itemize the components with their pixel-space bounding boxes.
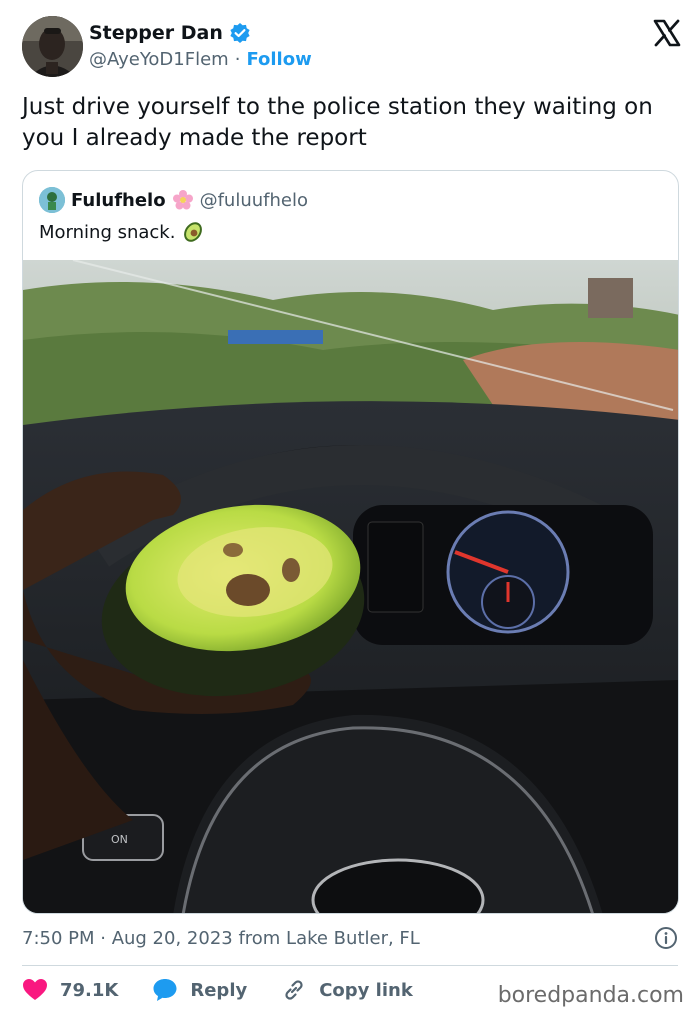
author-name-row: Stepper Dan (89, 22, 251, 44)
copy-link-button[interactable]: Copy link (281, 977, 413, 1003)
flower-emoji-icon (172, 190, 193, 210)
avocado-emoji-icon (184, 222, 203, 242)
author-avatar[interactable] (22, 16, 83, 77)
quoted-tweet-card[interactable]: Fulufhelo @fuluufhelo Morning snack. ON (22, 170, 679, 914)
quoted-tweet-text: Morning snack. (39, 221, 176, 243)
author-handle[interactable]: @AyeYoD1Flem (89, 49, 229, 70)
divider (22, 965, 678, 966)
reply-bubble-icon (153, 979, 177, 1001)
copy-link-label: Copy link (319, 979, 413, 1001)
like-button[interactable]: 79.1K (22, 978, 118, 1002)
author-name[interactable]: Stepper Dan (89, 22, 223, 44)
link-icon (285, 980, 303, 1000)
quoted-tweet-text-row: Morning snack. (39, 220, 205, 244)
follow-button[interactable]: Follow (246, 49, 311, 70)
quoted-tweet-photo[interactable]: ON (23, 260, 678, 913)
watermark: boredpanda.com (497, 983, 684, 1008)
separator-dot: · (234, 49, 241, 70)
tweet-text: Just drive yourself to the police statio… (22, 94, 653, 151)
tweet-meta-row: 7:50 PM · Aug 20, 2023 from Lake Butler,… (22, 926, 678, 952)
quoted-author-handle[interactable]: @fuluufhelo (200, 190, 308, 211)
info-icon[interactable] (654, 926, 678, 950)
quoted-author-name[interactable]: Fulufhelo (71, 190, 166, 211)
verified-badge-icon (230, 23, 250, 43)
x-logo-icon[interactable] (652, 18, 682, 48)
quoted-tweet-header: Fulufhelo @fuluufhelo (39, 187, 308, 213)
timestamp-location[interactable]: 7:50 PM · Aug 20, 2023 from Lake Butler,… (22, 928, 420, 949)
quoted-author-avatar[interactable] (39, 187, 65, 213)
like-count: 79.1K (60, 979, 119, 1001)
tweet-header: Stepper Dan @AyeYoD1Flem · Follow (22, 16, 682, 78)
svg-text:ON: ON (111, 833, 128, 846)
reply-button[interactable]: Reply (152, 978, 247, 1002)
author-handle-row: @AyeYoD1Flem · Follow (89, 49, 312, 70)
heart-icon (23, 979, 47, 1000)
tweet-actions: 79.1K Reply Copy link (22, 976, 447, 1004)
reply-label: Reply (190, 979, 248, 1001)
